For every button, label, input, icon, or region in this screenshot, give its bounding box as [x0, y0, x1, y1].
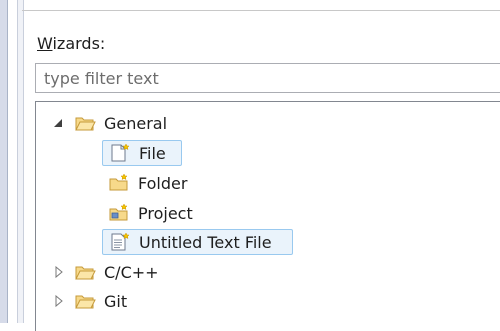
tree-item-label: Untitled Text File [139, 232, 272, 252]
folder-icon [75, 295, 96, 309]
new-file-icon [111, 143, 130, 162]
wizards-label: Wizards: [37, 34, 105, 53]
tree-item-label: Git [104, 291, 128, 311]
tree-item-file[interactable]: File [102, 140, 182, 166]
wizards-tree[interactable]: General File Folder Project Untitled Tex… [35, 101, 500, 331]
window-frame-inner [17, 0, 24, 323]
tree-item-untitled-text-file[interactable]: Untitled Text File [102, 229, 293, 255]
wizards-label-text: izards: [52, 34, 106, 53]
tree-item-cpp[interactable]: C/C++ [52, 259, 159, 285]
filter-input[interactable] [35, 63, 500, 93]
folder-icon [75, 266, 96, 280]
wizards-mnemonic: W [37, 34, 53, 53]
collapsed-arrow-icon[interactable] [52, 294, 66, 308]
collapsed-arrow-icon[interactable] [52, 265, 66, 279]
tree-item-label: File [139, 143, 166, 163]
tree-item-label: General [104, 113, 168, 133]
tree-item-project[interactable]: Project [108, 200, 193, 226]
top-separator [22, 10, 500, 11]
window-frame-left [0, 0, 8, 323]
tree-item-label: Folder [138, 173, 188, 193]
tree-item-label: C/C++ [104, 262, 159, 282]
tree-item-label: Project [138, 203, 193, 223]
folder-open-icon [75, 117, 96, 131]
tree-item-folder[interactable]: Folder [108, 170, 187, 196]
new-folder-icon [109, 173, 128, 191]
tree-item-general[interactable]: General [52, 110, 167, 136]
tree-item-git[interactable]: Git [52, 288, 127, 314]
new-text-file-icon [111, 232, 130, 251]
expanded-arrow-icon[interactable] [52, 116, 66, 130]
new-project-icon [109, 203, 128, 221]
